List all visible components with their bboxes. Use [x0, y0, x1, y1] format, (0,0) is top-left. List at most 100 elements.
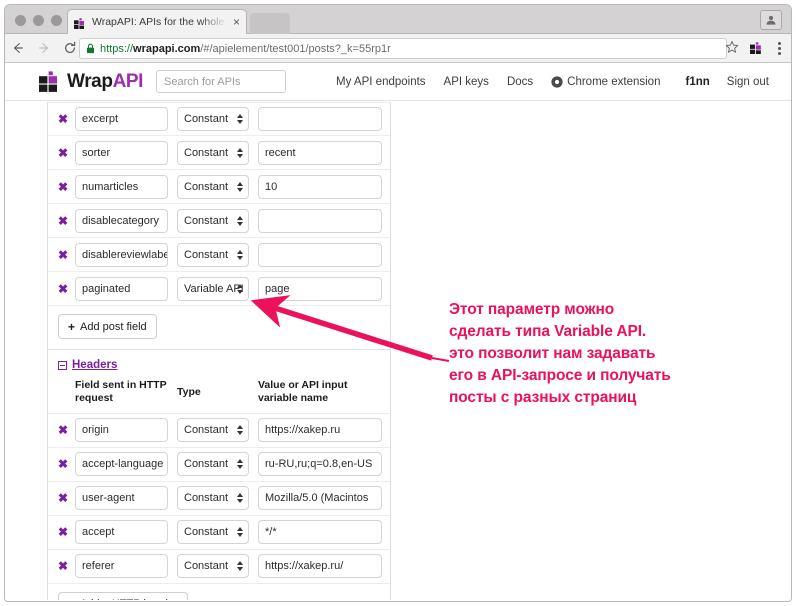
- site-navbar: WrapAPI Search for APIs My API endpoints…: [5, 63, 791, 101]
- post-field-value-input[interactable]: recent: [258, 140, 382, 165]
- table-row: ✖ disablereviewlabe Constant: [48, 238, 390, 272]
- table-row: ✖ referer Constant https://xakep.ru/: [48, 550, 390, 584]
- post-field-type-select[interactable]: Constant: [177, 140, 249, 165]
- delete-row-icon[interactable]: ✖: [58, 492, 75, 504]
- post-field-type-value: Constant: [184, 248, 229, 261]
- delete-row-icon[interactable]: ✖: [58, 424, 75, 436]
- post-field-value-input[interactable]: page: [258, 276, 382, 301]
- add-http-header-button[interactable]: + Add a HTTP header: [58, 591, 188, 600]
- chevron-updown-icon: [237, 527, 243, 538]
- post-field-value-input[interactable]: 10: [258, 174, 382, 199]
- browser-tab-title: WrapAPI: APIs for the whole w: [92, 16, 230, 28]
- header-type-select[interactable]: Constant: [177, 486, 249, 511]
- table-row: ✖ disablecategory Constant: [48, 204, 390, 238]
- headers-section-header[interactable]: Headers: [48, 350, 390, 375]
- post-field-value-input[interactable]: [258, 208, 382, 233]
- header-type-value: Constant: [184, 526, 229, 539]
- delete-row-icon[interactable]: ✖: [58, 215, 75, 227]
- plus-icon: +: [68, 319, 76, 334]
- delete-row-icon[interactable]: ✖: [58, 249, 75, 261]
- post-field-type-select[interactable]: Variable API: [177, 276, 249, 301]
- table-row: ✖ accept-language Constant ru-RU,ru;q=0.…: [48, 448, 390, 482]
- delete-row-icon[interactable]: ✖: [58, 560, 75, 572]
- https-lock-icon: [86, 43, 95, 54]
- post-field-value-input[interactable]: [258, 242, 382, 267]
- post-fields-list: ✖ excerpt Constant ✖ sorter Constant rec…: [48, 102, 390, 306]
- delete-row-icon[interactable]: ✖: [58, 458, 75, 470]
- column-header-field: Field sent in HTTP request: [75, 379, 167, 405]
- add-post-field-button[interactable]: + Add post field: [58, 314, 157, 339]
- forward-button[interactable]: [31, 34, 57, 63]
- delete-row-icon[interactable]: ✖: [58, 113, 75, 125]
- address-bar[interactable]: https://wrapapi.com/#/apielement/test001…: [79, 38, 727, 59]
- post-field-name-input[interactable]: paginated: [75, 276, 168, 301]
- nav-chrome-extension[interactable]: Chrome extension: [551, 76, 660, 88]
- url-scheme: https://: [100, 42, 134, 55]
- header-name-input[interactable]: user-agent: [75, 486, 168, 511]
- brand-text-api: API: [112, 70, 144, 92]
- headers-section-title[interactable]: Headers: [72, 359, 117, 371]
- header-name-input[interactable]: referer: [75, 554, 168, 579]
- header-type-select[interactable]: Constant: [177, 418, 249, 443]
- header-value-input[interactable]: ru-RU,ru;q=0.8,en-US: [258, 452, 382, 477]
- brand-text: WrapAPI: [67, 71, 143, 93]
- wrapapi-logo-icon: [39, 70, 60, 93]
- browser-tab-active[interactable]: WrapAPI: APIs for the whole w ×: [67, 9, 247, 34]
- wrapapi-extension-icon[interactable]: [750, 41, 763, 54]
- delete-row-icon[interactable]: ✖: [58, 283, 75, 295]
- collapse-toggle-icon[interactable]: [58, 360, 67, 370]
- header-name-input[interactable]: accept-language: [75, 452, 168, 477]
- header-value-input[interactable]: */*: [258, 520, 382, 545]
- header-value-input[interactable]: https://xakep.ru/: [258, 554, 382, 579]
- post-field-type-select[interactable]: Constant: [177, 107, 249, 131]
- wrapapi-brand[interactable]: WrapAPI: [39, 70, 143, 93]
- post-field-type-select[interactable]: Constant: [177, 208, 249, 233]
- post-field-name-input[interactable]: excerpt: [75, 107, 168, 131]
- post-field-name-input[interactable]: numarticles: [75, 174, 168, 199]
- minimize-window-button[interactable]: [33, 15, 44, 26]
- post-field-type-select[interactable]: Constant: [177, 174, 249, 199]
- header-type-select[interactable]: Constant: [177, 520, 249, 545]
- table-row: ✖ sorter Constant recent: [48, 136, 390, 170]
- post-field-name-input[interactable]: disablecategory: [75, 208, 168, 233]
- delete-row-icon[interactable]: ✖: [58, 147, 75, 159]
- post-field-name-input[interactable]: sorter: [75, 140, 168, 165]
- post-field-type-value: Variable API: [184, 282, 244, 295]
- post-field-type-select[interactable]: Constant: [177, 242, 249, 267]
- plus-icon: +: [68, 597, 75, 600]
- header-type-value: Constant: [184, 560, 229, 573]
- chevron-updown-icon: [237, 147, 243, 158]
- headers-list: ✖ origin Constant https://xakep.ru ✖ acc…: [48, 414, 390, 584]
- maximize-window-button[interactable]: [51, 15, 62, 26]
- delete-row-icon[interactable]: ✖: [58, 526, 75, 538]
- tab-close-icon[interactable]: ×: [233, 16, 240, 28]
- header-type-select[interactable]: Constant: [177, 554, 249, 579]
- header-name-input[interactable]: accept: [75, 520, 168, 545]
- add-post-field-label: Add post field: [80, 320, 147, 333]
- bookmark-star-icon[interactable]: [725, 40, 739, 57]
- window-controls[interactable]: [15, 15, 62, 26]
- close-window-button[interactable]: [15, 15, 26, 26]
- nav-api-keys[interactable]: API keys: [444, 76, 489, 88]
- header-value-input[interactable]: Mozilla/5.0 (Macintos: [258, 486, 382, 511]
- nav-links: My API endpoints API keys Docs Chrome ex…: [336, 76, 660, 88]
- browser-menu-icon[interactable]: [778, 39, 781, 58]
- post-field-name-input[interactable]: disablereviewlabe: [75, 242, 168, 267]
- search-input[interactable]: Search for APIs: [156, 70, 287, 93]
- delete-row-icon[interactable]: ✖: [58, 181, 75, 193]
- chevron-updown-icon: [237, 249, 243, 260]
- nav-docs[interactable]: Docs: [507, 76, 533, 88]
- post-field-type-value: Constant: [184, 180, 229, 193]
- column-header-type: Type: [177, 385, 201, 398]
- profile-avatar-icon[interactable]: [760, 10, 782, 30]
- header-type-value: Constant: [184, 424, 229, 437]
- header-type-select[interactable]: Constant: [177, 452, 249, 477]
- post-field-value-input[interactable]: [258, 107, 382, 131]
- sign-out-link[interactable]: Sign out: [727, 76, 769, 88]
- header-value-input[interactable]: https://xakep.ru: [258, 418, 382, 443]
- nav-my-api-endpoints[interactable]: My API endpoints: [336, 76, 426, 88]
- browser-tab-inactive[interactable]: [250, 13, 290, 34]
- back-button[interactable]: [5, 34, 31, 63]
- header-name-input[interactable]: origin: [75, 418, 168, 443]
- header-type-value: Constant: [184, 458, 229, 471]
